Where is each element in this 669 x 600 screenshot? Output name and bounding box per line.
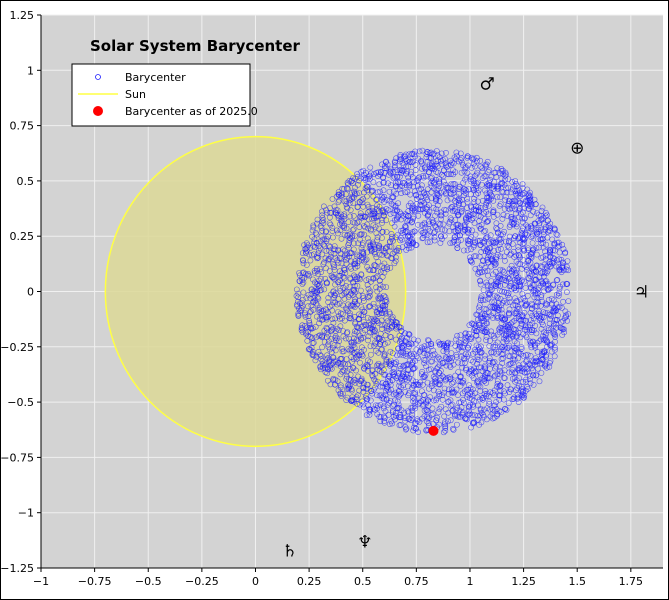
- planet-symbol-saturn: ♄: [282, 541, 297, 561]
- legend-current-label: Barycenter as of 2025.0: [125, 105, 258, 118]
- x-tick-label: 0: [252, 575, 259, 588]
- x-tick-label: 1.25: [511, 575, 536, 588]
- x-tick-label: −0.25: [185, 575, 219, 588]
- x-tick-label: 0.5: [354, 575, 372, 588]
- planet-symbol-earth: ⊕: [570, 139, 584, 159]
- x-tick-label: −0.75: [78, 575, 112, 588]
- y-tick-label: −0.5: [7, 396, 34, 409]
- y-tick-label: −1: [18, 507, 34, 520]
- x-tick-label: −1: [33, 575, 49, 588]
- y-tick-label: −1.25: [0, 562, 34, 575]
- y-tick-label: 0.5: [17, 175, 35, 188]
- y-tick-label: 0: [27, 286, 34, 299]
- legend-barycenter-label: Barycenter: [125, 71, 186, 84]
- x-tick-label: 0.75: [404, 575, 429, 588]
- y-tick-label: 0.25: [10, 230, 35, 243]
- sun-layer: [104, 135, 407, 448]
- planet-symbol-mars: ♂: [479, 75, 494, 95]
- y-tick-label: −0.75: [0, 451, 34, 464]
- y-tick-label: −0.25: [0, 341, 34, 354]
- barycenter-2025-point: [428, 425, 439, 436]
- x-tick-label: 0.25: [297, 575, 322, 588]
- legend-sun-label: Sun: [125, 88, 146, 101]
- x-tick-label: 1.5: [568, 575, 586, 588]
- legend: Barycenter Sun Barycenter as of 2025.0: [71, 63, 258, 127]
- sun-circle: [104, 135, 407, 448]
- barycenter-chart: ♂⊕♃♄ ♆ −1 −0.75 −0.5 −0.25 0 0.25 0.5 0.75 1 1.25 1…: [0, 9, 663, 588]
- y-axis-ticks: 1.25 1 0.75 0.5 0.25 0 −0.25 −0.5 −0.75 −1 −1.25: [0, 9, 41, 575]
- chart-title: Solar System Barycenter: [90, 37, 301, 55]
- legend-current-marker: [93, 106, 103, 116]
- x-tick-label: 1: [466, 575, 473, 588]
- current-point-layer: [428, 425, 439, 436]
- y-tick-label: 0.75: [10, 120, 35, 133]
- y-tick-label: 1: [27, 64, 34, 77]
- y-tick-label: 1.25: [10, 9, 35, 22]
- x-tick-label: −0.5: [135, 575, 162, 588]
- planet-symbol-neptune: ♆: [357, 532, 372, 552]
- x-axis-ticks: −1 −0.75 −0.5 −0.25 0 0.25 0.5 0.75 1 1.25 1.5 1.75: [33, 568, 643, 588]
- x-tick-label: 1.75: [619, 575, 644, 588]
- planet-symbol-jupiter: ♃: [634, 283, 649, 303]
